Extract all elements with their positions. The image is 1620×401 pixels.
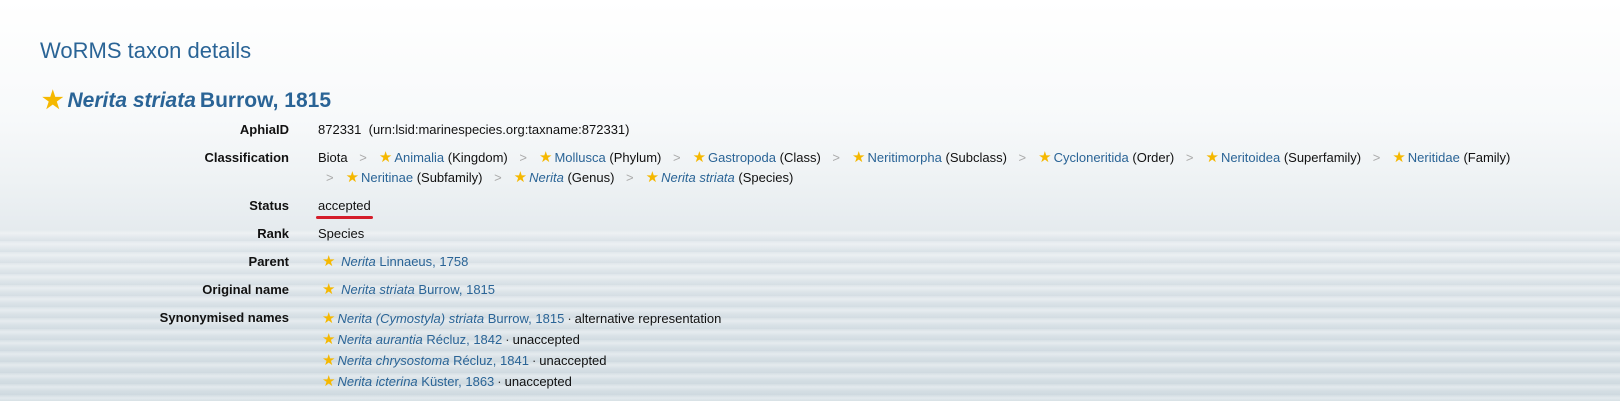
aphiaid-lsid: (urn:lsid:marinespecies.org:taxname:8723…: [368, 122, 630, 137]
star-icon[interactable]: ★: [852, 149, 865, 166]
classification-value: Biota > ★ Animalia (Kingdom) > ★ Mollusca (P…: [318, 149, 1511, 186]
classification-link-kingdom[interactable]: Animalia: [394, 150, 444, 165]
star-icon[interactable]: ★: [646, 169, 659, 186]
original-name-link[interactable]: Nerita striata Burrow, 1815: [341, 282, 495, 297]
star-icon[interactable]: ★: [539, 149, 552, 166]
synonym-status: alternative representation: [574, 311, 722, 326]
rank-label: Rank: [257, 226, 289, 241]
list-item: ★ Nerita chrysostoma Récluz, 1841 · unaccep…: [322, 352, 607, 369]
star-icon[interactable]: ★: [322, 331, 335, 348]
highlight-underline: [316, 216, 373, 219]
classification-link-subfamily[interactable]: Neritinae: [361, 170, 413, 185]
classification-root: Biota: [318, 150, 348, 165]
classification-link-genus[interactable]: Nerita: [529, 170, 564, 185]
parent-link[interactable]: Nerita Linnaeus, 1758: [341, 254, 468, 269]
separator: >: [1018, 150, 1027, 165]
synonym-link[interactable]: Nerita aurantia Récluz, 1842: [337, 332, 502, 347]
classification-link-phylum[interactable]: Mollusca: [554, 150, 605, 165]
list-item: ★ Nerita (Cymostyla) striata Burrow, 1815…: [322, 310, 722, 327]
row-rank: Rank Species: [0, 224, 1620, 244]
classification-link-subclass[interactable]: Neritimorpha: [867, 150, 941, 165]
taxon-heading: ★ Nerita striata Burrow, 1815: [42, 89, 331, 113]
star-icon[interactable]: ★: [322, 281, 335, 298]
synonymised-label: Synonymised names: [159, 310, 289, 325]
separator: >: [359, 150, 367, 165]
star-icon[interactable]: ★: [1205, 149, 1218, 166]
star-icon[interactable]: ★: [322, 373, 335, 390]
star-icon[interactable]: ★: [379, 149, 392, 166]
row-status: Status accepted: [0, 196, 1620, 219]
separator: >: [1185, 150, 1194, 165]
star-icon[interactable]: ★: [1392, 149, 1405, 166]
separator: >: [519, 150, 527, 165]
separator: >: [1372, 150, 1381, 165]
synonym-link[interactable]: Nerita (Cymostyla) striata Burrow, 1815: [337, 311, 564, 326]
row-classification: Classification Biota > ★ Animalia (Kingdom…: [0, 148, 1620, 188]
star-icon[interactable]: ★: [1038, 149, 1051, 166]
synonym-status: unaccepted: [512, 332, 580, 347]
row-aphiaid: AphiaID 872331 (urn:lsid:marinespecies.o…: [0, 120, 1620, 140]
taxon-name: Nerita striata: [67, 89, 196, 112]
synonym-link[interactable]: Nerita icterina Küster, 1863: [337, 374, 494, 389]
taxon-authority: Burrow, 1815: [199, 89, 332, 112]
classification-link-order[interactable]: Cycloneritida: [1054, 150, 1129, 165]
status-label: Status: [249, 198, 289, 213]
original-name-label: Original name: [202, 282, 289, 297]
classification-link-superfamily[interactable]: Neritoidea: [1221, 150, 1280, 165]
aphiaid-label: AphiaID: [239, 122, 289, 137]
separator: >: [494, 170, 502, 185]
status-value-wrap: accepted: [316, 196, 373, 219]
star-icon[interactable]: ★: [42, 89, 64, 113]
star-icon[interactable]: ★: [514, 169, 527, 186]
row-synonymised-names: Synonymised names ★ Nerita (Cymostyla) st…: [0, 308, 1620, 392]
separator: >: [673, 150, 681, 165]
star-icon[interactable]: ★: [693, 149, 706, 166]
star-icon[interactable]: ★: [322, 253, 335, 270]
aphiaid-value: 872331: [318, 122, 362, 137]
classification-link-class[interactable]: Gastropoda: [708, 150, 776, 165]
star-icon[interactable]: ★: [346, 169, 359, 186]
separator: >: [832, 150, 840, 165]
star-icon[interactable]: ★: [322, 352, 335, 369]
list-item: ★ Nerita aurantia Récluz, 1842 · unaccepted: [322, 331, 580, 348]
page-title: WoRMS taxon details: [40, 38, 252, 63]
details-table: AphiaID 872331 (urn:lsid:marinespecies.o…: [0, 120, 1620, 400]
row-parent: Parent ★ Nerita Linnaeus, 1758: [0, 252, 1620, 272]
synonym-status: unaccepted: [539, 353, 607, 368]
synonym-status: unaccepted: [504, 374, 572, 389]
separator: >: [326, 170, 334, 185]
star-icon[interactable]: ★: [322, 310, 335, 327]
classification-label: Classification: [204, 150, 289, 165]
list-item: ★ Nerita icterina Küster, 1863 · unaccepted: [322, 373, 572, 390]
classification-link-species[interactable]: Nerita striata: [661, 170, 735, 185]
separator: >: [626, 170, 634, 185]
row-original-name: Original name ★ Nerita striata Burrow, 1…: [0, 280, 1620, 300]
synonym-list: ★ Nerita (Cymostyla) striata Burrow, 1815…: [318, 308, 1620, 392]
classification-link-family[interactable]: Neritidae: [1408, 150, 1460, 165]
rank-value: Species: [318, 226, 365, 241]
parent-label: Parent: [248, 254, 289, 269]
synonym-link[interactable]: Nerita chrysostoma Récluz, 1841: [337, 353, 529, 368]
status-value: accepted: [318, 198, 371, 213]
